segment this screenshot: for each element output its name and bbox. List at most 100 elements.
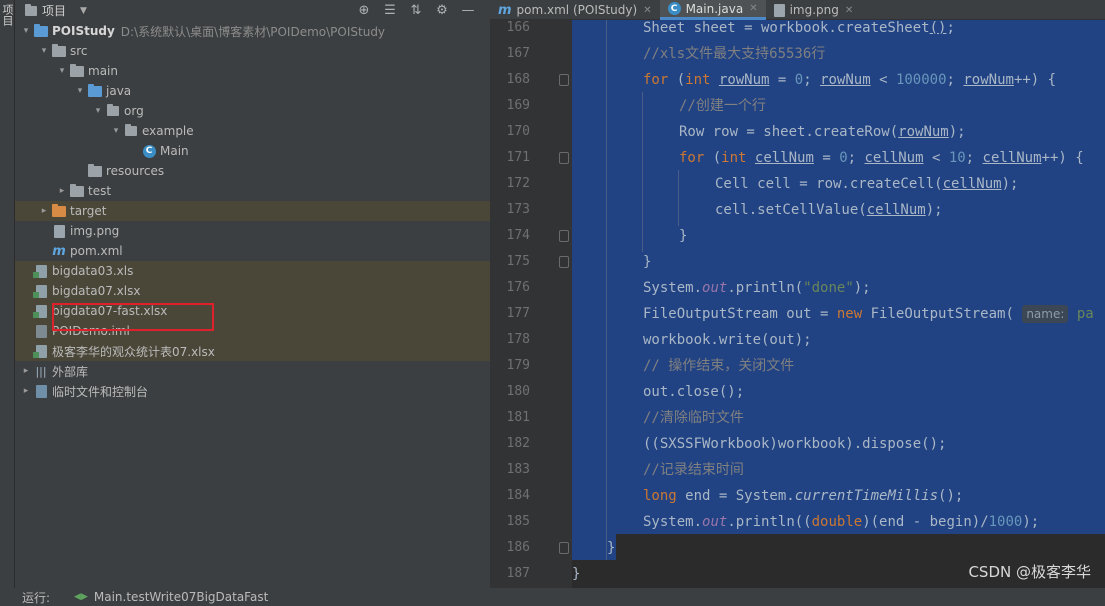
- line-number: 170: [506, 124, 530, 139]
- library-icon: |||: [35, 364, 47, 378]
- class-icon: C: [667, 2, 681, 15]
- tree-item[interactable]: bigdata03.xls: [15, 261, 490, 281]
- code-line-170: Row row = sheet.createRow(rowNum);: [679, 124, 966, 140]
- tree-item-path: D:\系统默认\桌面\博客素材\POIDemo\POIStudy: [120, 24, 386, 39]
- tree-item-label: bigdata03.xls: [52, 264, 134, 278]
- tree-item[interactable]: ▸ target: [15, 201, 490, 221]
- collapse-all-icon[interactable]: ☰: [382, 3, 398, 19]
- fold-marker-icon[interactable]: [559, 152, 569, 164]
- editor-tab-bar: m pom.xml (POIStudy) ✕ C Main.java ✕ img.png ✕: [490, 0, 1105, 20]
- expand-all-icon[interactable]: ⇅: [408, 3, 424, 19]
- line-number: 185: [506, 514, 530, 529]
- project-tool-window-label[interactable]: 项目: [1, 4, 14, 26]
- line-number: 181: [506, 410, 530, 425]
- tree-item[interactable]: C Main: [15, 141, 490, 161]
- indent-guide: [606, 20, 607, 560]
- close-icon[interactable]: ✕: [749, 3, 757, 14]
- tree-item[interactable]: img.png: [15, 221, 490, 241]
- code-line-172: Cell cell = row.createCell(cellNum);: [715, 176, 1019, 192]
- code-line-178: workbook.write(out);: [643, 332, 812, 348]
- editor-tab[interactable]: m pom.xml (POIStudy) ✕: [490, 0, 660, 20]
- chevron-right-icon[interactable]: ▸: [55, 186, 69, 196]
- project-icon: [25, 3, 37, 16]
- tree-item-label: main: [88, 64, 118, 78]
- chevron-down-icon[interactable]: ▾: [91, 106, 105, 116]
- line-number: 182: [506, 436, 530, 451]
- editor-gutter: 166 167 168 169 170 171 172 173 174 175 176 177 178 1…: [490, 20, 572, 588]
- fold-marker-icon[interactable]: [559, 256, 569, 268]
- folder-icon: [69, 183, 85, 198]
- tree-item[interactable]: ▾ POIStudy D:\系统默认\桌面\博客素材\POIDemo\POIStud…: [15, 21, 490, 41]
- editor-tab[interactable]: img.png ✕: [766, 0, 862, 20]
- project-panel-title[interactable]: 项目: [42, 2, 66, 19]
- chevron-down-icon[interactable]: ▾: [19, 26, 33, 36]
- tree-item[interactable]: ▾ main: [15, 61, 490, 81]
- tree-item[interactable]: ▾ org: [15, 101, 490, 121]
- excel-file-icon: [32, 284, 49, 298]
- chevron-down-icon[interactable]: ▾: [109, 126, 123, 136]
- tree-item-label: org: [124, 104, 144, 118]
- chevron-down-icon[interactable]: ▾: [73, 86, 87, 96]
- code-line-187: }: [572, 566, 581, 582]
- tree-item[interactable]: m pom.xml: [15, 241, 490, 261]
- editor-tab[interactable]: C Main.java ✕: [659, 0, 766, 20]
- line-number: 171: [506, 150, 530, 165]
- tab-label: img.png: [789, 3, 839, 17]
- chevron-right-icon[interactable]: ▸: [19, 386, 33, 396]
- fold-marker-icon[interactable]: [559, 230, 569, 242]
- indent-guide: [642, 92, 643, 252]
- tree-item[interactable]: ▾ java: [15, 81, 490, 101]
- tree-item-label: pom.xml: [70, 244, 123, 258]
- code-line-171: for (int cellNum = 0; cellNum < 10; cell…: [679, 150, 1084, 166]
- tree-item-label: 外部库: [52, 364, 89, 379]
- locate-icon[interactable]: ⊕: [356, 3, 372, 19]
- project-panel-header: 项目 ▼ ⊕ ☰ ⇅ ⚙ —: [15, 0, 490, 21]
- excluded-folder-icon: [51, 203, 67, 218]
- run-config-name[interactable]: Main.testWrite07BigDataFast: [94, 590, 268, 604]
- line-number: 174: [506, 228, 530, 243]
- tree-item[interactable]: 极客李华的观众统计表07.xlsx: [15, 341, 490, 361]
- code-line-176: System.out.println("done");: [643, 280, 871, 296]
- hide-icon[interactable]: —: [460, 3, 476, 19]
- code-line-180: out.close();: [643, 384, 745, 400]
- tree-item[interactable]: ▸ 临时文件和控制台: [15, 381, 490, 401]
- line-number: 172: [506, 176, 530, 191]
- tree-item[interactable]: ▸ ||| 外部库: [15, 361, 490, 381]
- line-number: 166: [506, 20, 530, 35]
- tree-item[interactable]: ▾ example: [15, 121, 490, 141]
- line-number: 183: [506, 462, 530, 477]
- tree-item-label: resources: [106, 164, 165, 178]
- fold-marker-icon[interactable]: [559, 542, 569, 554]
- tree-item[interactable]: ▾ src: [15, 41, 490, 61]
- chevron-right-icon[interactable]: ▸: [19, 366, 33, 376]
- close-icon[interactable]: ✕: [845, 5, 853, 16]
- line-number: 175: [506, 254, 530, 269]
- code-line-174: }: [679, 228, 688, 244]
- code-line-186: }: [607, 540, 616, 556]
- gear-icon[interactable]: ⚙: [434, 3, 450, 19]
- tree-item-label: img.png: [70, 224, 120, 238]
- code-area[interactable]: Sheet sheet = workbook.createSheet(); //…: [572, 20, 1105, 588]
- close-icon[interactable]: ✕: [643, 5, 651, 16]
- line-number: 169: [506, 98, 530, 113]
- tree-item[interactable]: resources: [15, 161, 490, 181]
- iml-file-icon: [33, 324, 49, 338]
- folder-icon: [51, 43, 67, 58]
- chevron-right-icon[interactable]: ▸: [37, 206, 51, 216]
- chevron-down-icon[interactable]: ▼: [80, 6, 87, 16]
- code-line-166: Sheet sheet = workbook.createSheet();: [643, 20, 955, 36]
- fold-marker-icon[interactable]: [559, 74, 569, 86]
- chevron-down-icon[interactable]: ▾: [55, 66, 69, 76]
- tree-item-label: bigdata07.xlsx: [52, 284, 141, 298]
- image-file-icon: [773, 3, 785, 17]
- parameter-hint: name:: [1022, 305, 1069, 323]
- tree-item[interactable]: ▸ test: [15, 181, 490, 201]
- tree-item-label: example: [142, 124, 194, 138]
- tree-item[interactable]: bigdata07.xlsx: [15, 281, 490, 301]
- line-number: 187: [506, 566, 530, 581]
- excel-file-icon: [32, 344, 49, 358]
- run-label: 运行:: [22, 590, 51, 605]
- code-editor[interactable]: 166 167 168 169 170 171 172 173 174 175 176 177 178 1…: [490, 20, 1105, 588]
- code-line-181: //清除临时文件: [643, 410, 744, 426]
- chevron-down-icon[interactable]: ▾: [37, 46, 51, 56]
